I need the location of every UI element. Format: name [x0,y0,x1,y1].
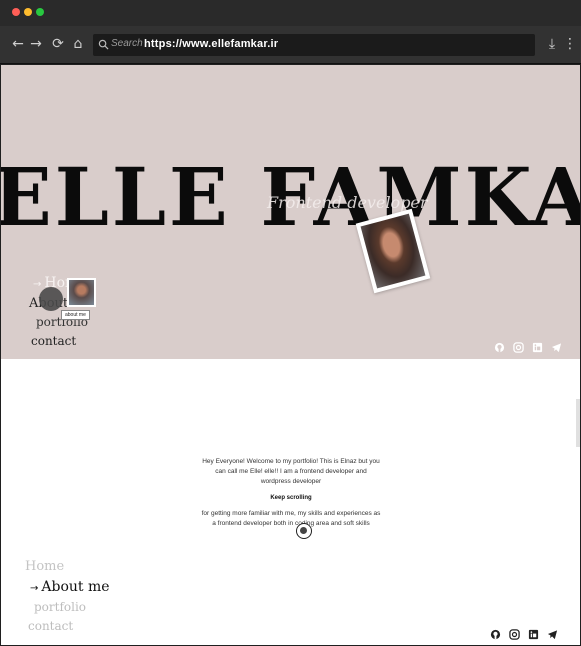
nav-contact-link[interactable]: contact [28,619,73,633]
linkedin-icon[interactable] [532,342,543,353]
reload-icon[interactable]: ⟳ [50,35,66,53]
search-label: Search [111,38,143,49]
minimize-window-button[interactable] [24,8,32,16]
url-text[interactable]: https://www.ellefamkar.ir [144,38,278,50]
browser-toolbar: ← → ⟳ ⌂ Search https://www.ellefamkar.ir… [0,26,581,64]
address-bar[interactable]: Search https://www.ellefamkar.ir [93,34,535,56]
hero-role-text: Frontend developer [267,193,428,212]
telegram-icon[interactable] [547,629,558,640]
about-details-text: for getting more familiar with me, my sk… [201,510,381,527]
about-text-block: Hey Everyone! Welcome to my portfolio! T… [201,457,381,529]
hero-social-links [494,342,562,353]
footer-social-links [490,629,558,640]
profile-photo [360,213,426,289]
arrow-right-icon: → [30,583,39,594]
nav-home-link[interactable]: Home [25,559,64,574]
download-icon[interactable]: ⤓ [544,35,560,53]
about-intro-text: Hey Everyone! Welcome to my portfolio! T… [202,458,380,485]
window-titlebar [0,0,581,26]
telegram-icon[interactable] [551,342,562,353]
close-window-button[interactable] [12,8,20,16]
github-icon[interactable] [490,629,501,640]
hero-section: ELLE FAMKAR Frontend developer →Home Abo… [1,65,580,359]
instagram-icon[interactable] [513,342,524,353]
search-icon [98,39,109,50]
forward-arrow-icon[interactable]: → [28,35,44,53]
thumbnail-tooltip: about me [61,310,90,320]
maximize-window-button[interactable] [36,8,44,16]
instagram-icon[interactable] [509,629,520,640]
page-scrollbar[interactable] [576,399,580,447]
more-menu-icon[interactable]: ⋮ [562,35,578,53]
page-viewport: ELLE FAMKAR Frontend developer →Home Abo… [1,65,580,645]
linkedin-icon[interactable] [528,629,539,640]
nav-about-label: About me [41,579,110,595]
arrow-right-icon: → [33,279,42,290]
keep-scrolling-text: Keep scrolling [270,495,312,501]
nav-contact-link[interactable]: contact [31,334,76,348]
about-thumbnail[interactable] [67,278,96,307]
nav-portfolio-link[interactable]: portfolio [34,600,86,614]
back-arrow-icon[interactable]: ← [10,35,26,53]
about-section: Hey Everyone! Welcome to my portfolio! T… [1,359,580,645]
cursor-ring [296,523,312,539]
nav-about-link[interactable]: → About me [30,579,110,595]
home-icon[interactable]: ⌂ [70,35,86,53]
cursor-follower [39,287,63,311]
github-icon[interactable] [494,342,505,353]
